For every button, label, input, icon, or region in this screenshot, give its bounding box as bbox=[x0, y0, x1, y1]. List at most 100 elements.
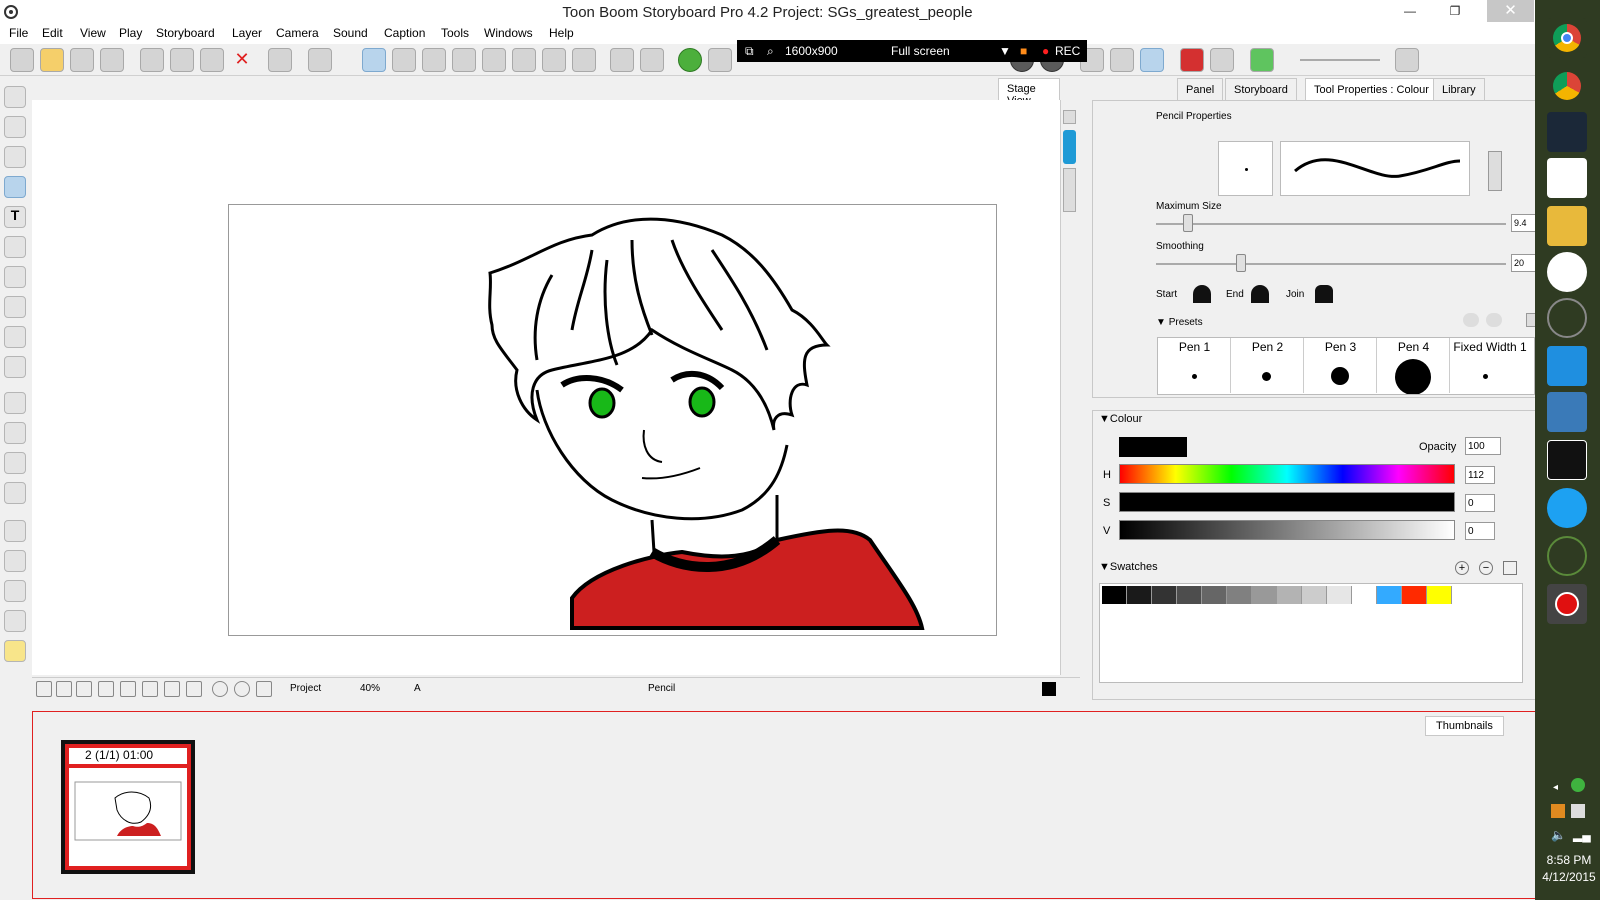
skype-icon[interactable] bbox=[1547, 488, 1587, 528]
add-swatch-icon[interactable]: + bbox=[1455, 561, 1469, 575]
hand-tool-icon[interactable] bbox=[4, 356, 26, 378]
smoothing-slider[interactable] bbox=[1156, 263, 1506, 265]
view-mode-select[interactable]: Project bbox=[290, 683, 321, 694]
copy-icon[interactable] bbox=[170, 48, 194, 72]
view-grid-icon[interactable] bbox=[422, 48, 446, 72]
camera-icon[interactable] bbox=[708, 48, 732, 72]
menu-caption[interactable]: Caption bbox=[384, 26, 425, 40]
tray-app-icon[interactable] bbox=[1551, 804, 1565, 818]
camera-view-icon[interactable] bbox=[1140, 48, 1164, 72]
paint-tool-icon[interactable] bbox=[4, 266, 26, 288]
delete-layer-icon[interactable] bbox=[4, 580, 26, 602]
remote-desktop-icon[interactable] bbox=[1547, 392, 1587, 432]
taskbar-date[interactable]: 4/12/2015 bbox=[1539, 870, 1599, 884]
start-cap-icon[interactable] bbox=[1193, 285, 1211, 303]
brush-tool-icon[interactable] bbox=[4, 146, 26, 168]
layer-bg-icon[interactable] bbox=[1063, 168, 1076, 212]
new-project-icon[interactable] bbox=[10, 48, 34, 72]
render-icon[interactable] bbox=[678, 48, 702, 72]
menu-sound[interactable]: Sound bbox=[333, 26, 368, 40]
swatch-2[interactable] bbox=[1152, 586, 1177, 604]
lock-layer-icon[interactable] bbox=[4, 610, 26, 632]
tab-library[interactable]: Library bbox=[1433, 78, 1485, 100]
layer-a-icon[interactable] bbox=[1063, 130, 1076, 164]
eraser-tool-icon[interactable] bbox=[4, 236, 26, 258]
frame-icon[interactable] bbox=[120, 681, 136, 697]
cut-icon[interactable] bbox=[140, 48, 164, 72]
stop-icon[interactable] bbox=[142, 681, 158, 697]
delete-icon[interactable]: ✕ bbox=[230, 48, 254, 72]
swatch-1[interactable] bbox=[1127, 586, 1152, 604]
green-layer-icon[interactable] bbox=[1250, 48, 1274, 72]
recorder-mode[interactable]: Full screen bbox=[891, 44, 950, 58]
select-tool-icon[interactable] bbox=[4, 86, 26, 108]
resize-icon[interactable]: ⧉ bbox=[745, 44, 754, 59]
swatch-10[interactable] bbox=[1352, 586, 1377, 604]
swatch-menu-icon[interactable] bbox=[1503, 561, 1517, 575]
menu-layer[interactable]: Layer bbox=[232, 26, 262, 40]
value-field[interactable]: 0 bbox=[1465, 522, 1495, 540]
add-layer-icon[interactable] bbox=[4, 520, 26, 542]
opacity-field[interactable]: 100 bbox=[1465, 437, 1501, 455]
menu-file[interactable]: File bbox=[9, 26, 28, 40]
open-folder-icon[interactable] bbox=[40, 48, 64, 72]
menu-windows[interactable]: Windows bbox=[484, 26, 533, 40]
tab-tool-properties[interactable]: Tool Properties : Colour bbox=[1305, 78, 1438, 100]
tab-storyboard[interactable]: Storyboard bbox=[1225, 78, 1297, 100]
taskbar-time[interactable]: 8:58 PM bbox=[1539, 853, 1599, 867]
status-view-icon[interactable] bbox=[36, 681, 52, 697]
recorder-rec-label[interactable]: REC bbox=[1055, 44, 1080, 58]
menu-camera[interactable]: Camera bbox=[276, 26, 319, 40]
mixer-icon[interactable] bbox=[1210, 48, 1234, 72]
gamemaker-icon[interactable] bbox=[1547, 346, 1587, 386]
field-guide-icon[interactable] bbox=[98, 681, 114, 697]
audio-icon[interactable] bbox=[1395, 48, 1419, 72]
menu-storyboard[interactable]: Storyboard bbox=[156, 26, 215, 40]
view-thumbnails-icon[interactable] bbox=[542, 48, 566, 72]
zoom-select[interactable]: 40% bbox=[360, 683, 380, 694]
saturation-slider[interactable] bbox=[1119, 492, 1455, 512]
file-explorer-icon[interactable] bbox=[1547, 206, 1587, 246]
current-colour-swatch[interactable] bbox=[1119, 437, 1187, 457]
tab-thumbnails[interactable]: Thumbnails bbox=[1425, 716, 1504, 736]
onion-skin-icon[interactable] bbox=[610, 48, 634, 72]
add-vector-layer-icon[interactable] bbox=[4, 550, 26, 572]
settings-icon[interactable] bbox=[234, 681, 250, 697]
logitech-icon[interactable] bbox=[1547, 298, 1587, 338]
swatch-0[interactable] bbox=[1102, 586, 1127, 604]
swatch-7[interactable] bbox=[1277, 586, 1302, 604]
light-table-icon[interactable] bbox=[640, 48, 664, 72]
tray-battery-icon[interactable] bbox=[1571, 804, 1585, 818]
lightbulb-icon[interactable] bbox=[4, 640, 26, 662]
contour-editor-icon[interactable] bbox=[4, 116, 26, 138]
swatch-8[interactable] bbox=[1302, 586, 1327, 604]
paste-icon[interactable] bbox=[200, 48, 224, 72]
tab-stage-view[interactable]: Stage View bbox=[998, 78, 1060, 107]
camera-snapshot-icon[interactable]: ■ bbox=[1020, 44, 1027, 58]
swatch-4[interactable] bbox=[1202, 586, 1227, 604]
swatch-13[interactable] bbox=[1427, 586, 1452, 604]
view-row-icon[interactable] bbox=[452, 48, 476, 72]
save-icon[interactable] bbox=[70, 48, 94, 72]
camera-status-icon[interactable] bbox=[256, 681, 272, 697]
apps-grid-icon[interactable] bbox=[1547, 158, 1587, 198]
preset-add-icon[interactable] bbox=[1463, 313, 1479, 327]
max-size-slider[interactable] bbox=[1156, 223, 1506, 225]
hue-field[interactable]: 112 bbox=[1465, 466, 1495, 484]
record-icon[interactable] bbox=[1180, 48, 1204, 72]
swatch-9[interactable] bbox=[1327, 586, 1352, 604]
volume-slider[interactable] bbox=[1300, 59, 1380, 61]
mask-icon[interactable] bbox=[164, 681, 180, 697]
chrome-alt-icon[interactable] bbox=[1547, 66, 1587, 106]
swatch-12[interactable] bbox=[1402, 586, 1427, 604]
collapse-icon[interactable] bbox=[1063, 110, 1076, 124]
transform-tool-icon[interactable] bbox=[4, 392, 26, 414]
tray-status-icon[interactable] bbox=[1571, 778, 1585, 792]
hp-icon[interactable] bbox=[1547, 252, 1587, 292]
preset-remove-icon[interactable] bbox=[1486, 313, 1502, 327]
max-size-thumb[interactable] bbox=[1183, 214, 1193, 232]
swatch-6[interactable] bbox=[1252, 586, 1277, 604]
maximize-button[interactable]: ❐ bbox=[1440, 0, 1470, 22]
menu-view[interactable]: View bbox=[80, 26, 106, 40]
saturation-field[interactable]: 0 bbox=[1465, 494, 1495, 512]
